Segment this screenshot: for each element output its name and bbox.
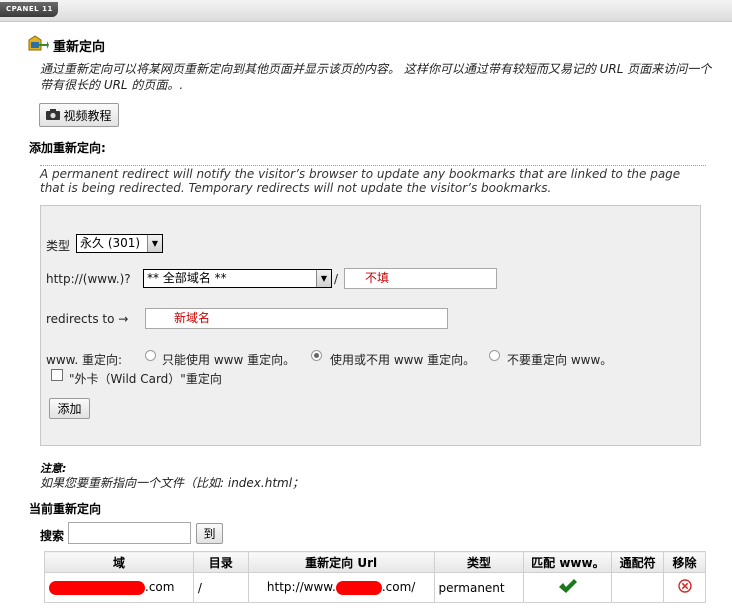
www-none-label: 不要重定向 www。 [507,353,613,367]
row-remove-cell [663,572,706,603]
url-prefix-label: http://(www.)? [46,272,131,286]
domain-select[interactable]: ** 全部域名 ** ▼ [143,269,332,288]
add-redirect-heading: 添加重新定向: [29,141,106,155]
col-directory: 目录 [192,551,249,573]
row-type: permanent [433,572,525,603]
row-domain-cell: .com [44,572,194,603]
search-go-button[interactable]: 到 [196,523,223,544]
video-tutorial-button[interactable]: 视频教程 [39,103,119,127]
www-only-label: 只能使用 www 重定向。 [162,353,296,367]
redacted-redirect-domain [335,580,382,595]
tip-text: 如果您要重新指向一个文件（比如: index.html； [40,476,305,490]
domain-select-value: ** 全部域名 ** [147,271,227,285]
type-label: 类型 [46,239,71,253]
www-only-radio[interactable] [145,350,156,361]
col-wildcard: 通配符 [611,551,665,573]
video-tutorial-label: 视频教程 [63,108,112,123]
www-none-radio[interactable] [489,350,500,361]
row-redirect-prefix: http://www. [266,580,336,595]
col-domain: 域 [44,551,194,573]
redirect-page-icon [27,34,49,54]
col-match-www: 匹配 www。 [523,551,613,573]
wildcard-checkbox[interactable] [51,369,63,381]
cpanel-top-bar: CPANEL 11 [0,0,732,22]
search-label: 搜索 [40,529,65,543]
wildcard-label: "外卡（Wild Card）"重定向 [69,372,222,386]
col-remove: 移除 [663,551,706,573]
col-redirect-url: 重新定向 Url [247,551,435,573]
search-input[interactable] [68,522,191,544]
chevron-down-icon: ▼ [316,270,331,287]
table-row: .com / http://www. .com/ permanent [44,572,706,603]
page-title: 重新定向 [53,40,106,55]
redacted-domain [49,580,145,595]
col-type: 类型 [433,551,525,573]
checkmark-icon [558,579,578,597]
table-header-row: 域 目录 重新定向 Url 类型 匹配 www。 通配符 移除 [44,551,706,573]
row-directory: / [192,572,249,603]
remove-icon[interactable] [677,579,692,596]
page-description: 通过重新定向可以将某网页重新定向到其他页面并显示该页的内容。 这样你可以通过带有… [40,62,712,92]
add-redirect-button[interactable]: 添加 [49,398,90,419]
www-redirect-label: www. 重定向: [46,353,123,367]
camera-icon [46,108,61,123]
path-slash: / [334,272,339,286]
type-select[interactable]: 永久 (301) ▼ [76,234,163,253]
chevron-down-icon: ▼ [147,235,162,252]
current-redirects-heading: 当前重新定向 [29,502,102,516]
redirect-note: A permanent redirect will notify the vis… [40,165,706,195]
type-select-value: 永久 (301) [80,236,141,250]
add-redirect-form: 类型 永久 (301) ▼ http://(www.)? ** 全部域名 ** … [40,205,701,446]
row-wildcard-cell [611,572,665,603]
row-domain-suffix: .com [145,580,175,595]
redirect-url-input[interactable]: 新域名 [145,308,448,329]
row-redirect-suffix: .com/ [381,580,416,595]
path-input[interactable]: 不填 [344,268,497,289]
redirect-to-label: redirects to → [46,312,129,326]
row-match-www-cell [523,572,613,603]
www-either-label: 使用或不用 www 重定向。 [330,353,476,367]
www-either-radio[interactable] [311,350,322,361]
redirects-table: 域 目录 重新定向 Url 类型 匹配 www。 通配符 移除 .com / h… [44,551,706,603]
row-redirect-url-cell: http://www. .com/ [247,572,435,603]
cpanel-logo: CPANEL 11 [0,2,58,17]
